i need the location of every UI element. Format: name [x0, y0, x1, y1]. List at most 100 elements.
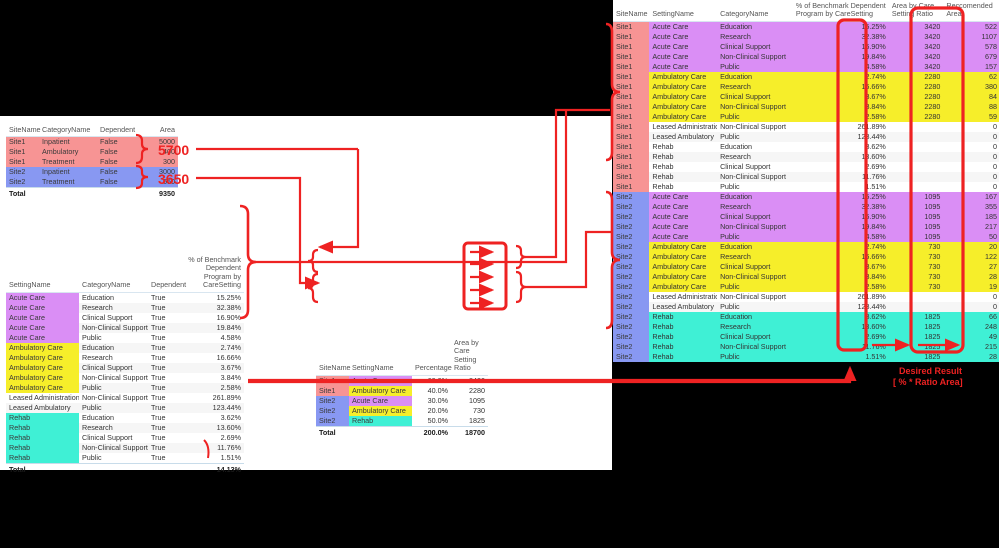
cell-categoryname: Non-Clinical Support	[79, 322, 148, 333]
cell-settingname: Acute Care	[649, 221, 718, 232]
cell-recommended-area: 50	[943, 231, 999, 242]
cell-dependent: True	[148, 402, 180, 413]
cell-area-ratio: 2280	[888, 81, 944, 92]
cell-categoryname: Non-Clinical Support	[717, 291, 793, 302]
cell-site: Site2	[6, 177, 39, 188]
col-recommended-area: Reccomended Area	[943, 1, 999, 22]
table-row: Site1 Rehab Non-Clinical Support 11.76% 0	[613, 171, 999, 182]
cell-categoryname: Clinical Support	[82, 312, 133, 322]
total-label: Total	[6, 187, 39, 201]
cell-settingname: Acute Care	[6, 322, 79, 333]
cell-sitename: Site2	[613, 291, 650, 302]
cell-dependent: True	[148, 342, 180, 353]
cell-recommended-area: 59	[943, 111, 999, 122]
cell-settingname: Leased Administration	[9, 392, 79, 402]
cell-pct: 261.89%	[212, 392, 241, 402]
table-row: Site1 Ambulatory False 400	[6, 147, 178, 158]
table-row: Ambulatory Care Non-Clinical Support True 3…	[6, 372, 244, 383]
cell-sitename: Site2	[613, 251, 650, 262]
cell-categoryname: Public	[82, 452, 102, 462]
cell-pct: 16.66%	[216, 352, 241, 362]
cell-settingname: Acute Care	[6, 332, 79, 343]
cell-sitename: Site2	[613, 341, 650, 352]
cell-sitename: Site1	[613, 161, 650, 172]
total-pct-value: 14.13%	[180, 462, 244, 476]
cell-pct-benchmark: 2.74%	[792, 241, 889, 252]
table-row: Site2 Rehab Clinical Support 2.69% 1825 49	[613, 331, 999, 342]
cell-settingname: Ambulatory Care	[649, 281, 718, 292]
cell-recommended-area: 578	[943, 41, 999, 52]
cell-categoryname: Public	[717, 111, 793, 122]
site-setting-percentage-table-body: Site1 Acute Care 60.0% 3420 Site1 Ambulatory …	[316, 375, 488, 427]
cell-sitename: Site2	[613, 331, 650, 342]
col-sitename: SiteName	[316, 339, 351, 376]
cell-dependent: True	[151, 372, 166, 382]
cell-sitename: Site2	[613, 231, 650, 242]
cell-settingname: Ambulatory Care	[649, 71, 718, 82]
cell-settingname: Leased Administration	[649, 291, 718, 302]
total-percentage-value: 200.0%	[412, 425, 451, 439]
cell-categoryname: Public	[79, 402, 148, 413]
cell-site: Site1	[6, 136, 39, 148]
table-row: Ambulatory Care Clinical Support True 3.67%	[6, 362, 244, 373]
cell-settingname: Leased Ambulatory	[649, 131, 718, 142]
cell-area-ratio	[888, 181, 944, 192]
cell-categoryname: Clinical Support	[717, 41, 793, 52]
cell-dependent: True	[148, 302, 180, 313]
cell-sitename: Site2	[613, 311, 650, 322]
cell-sitename: Site1	[613, 31, 650, 42]
cell-category: Treatment	[39, 177, 97, 188]
col-dependent: Dependent	[148, 256, 186, 293]
cell-pct-benchmark: 4.58%	[792, 231, 889, 242]
cell-sitename: Site2	[613, 301, 650, 312]
table-row: Site2 Ambulatory Care Clinical Support 3.67…	[613, 261, 999, 272]
cell-area-ratio	[888, 121, 944, 132]
cell-categoryname: Non-Clinical Support	[717, 271, 793, 282]
cell-recommended-area: 0	[943, 151, 999, 162]
cell-sitename: Site2	[613, 201, 650, 212]
cell-sitename: Site1	[613, 71, 650, 82]
cell-dependent: False	[97, 136, 140, 148]
cell-recommended-area: 0	[943, 291, 999, 302]
cell-pct-benchmark: 2.58%	[792, 111, 889, 122]
cell-area-ratio	[888, 131, 944, 142]
cell-pct-benchmark: 123.44%	[792, 131, 889, 142]
cell-settingname: Rehab	[649, 351, 718, 362]
cell-pct: 2.58%	[180, 382, 244, 393]
cell-area-ratio	[888, 161, 944, 172]
cell-settingname: Acute Care	[349, 375, 412, 386]
cell-settingname: Leased Administration	[649, 121, 718, 132]
site-area-table: SiteName CategoryName Dependent Area Sit…	[6, 125, 178, 201]
cell-categoryname: Education	[82, 412, 114, 422]
cell-recommended-area: 88	[943, 101, 999, 112]
table-row: Site2 Acute Care Education 15.25% 1095 167	[613, 191, 999, 202]
annotation-desired-result-title: Desired Result	[899, 366, 963, 376]
cell-categoryname: Research	[717, 251, 793, 262]
cell-ratio: 3420	[469, 375, 485, 385]
table-row: Site2 Acute Care Clinical Support 16.90% 109…	[613, 211, 999, 222]
cell-percentage: 50.0%	[427, 415, 448, 425]
table-row: Site1 Ambulatory Care Education 2.74% 2280 62	[613, 71, 999, 82]
cell-pct-benchmark: 2.69%	[792, 331, 889, 342]
cell-pct-benchmark: 1.51%	[792, 181, 889, 192]
cell-settingname: Rehab	[649, 321, 718, 332]
table-row: Site1 Rehab Education 3.62% 0	[613, 141, 999, 152]
table-row: Site2 Leased Ambulatory Public 123.44% 0	[613, 301, 999, 312]
table-row: Rehab Non-Clinical Support True 11.76%	[6, 442, 244, 453]
table-header-row: SiteName CategoryName Dependent Area	[6, 125, 178, 138]
cell-settingname: Acute Care	[649, 51, 718, 62]
cell-categoryname: Education	[717, 141, 793, 152]
cell-recommended-area: 380	[943, 81, 999, 92]
table-row: Site2 Leased Administration Non-Clinical S…	[613, 291, 999, 302]
table-row: Site1 Rehab Research 13.60% 0	[613, 151, 999, 162]
cell-settingname: Rehab	[649, 331, 718, 342]
col-categoryname: CategoryName	[39, 125, 97, 138]
cell-category: Inpatient	[39, 167, 97, 178]
cell-categoryname: Non-Clinical Support	[79, 442, 148, 453]
cell-recommended-area: 167	[943, 191, 999, 202]
cell-recommended-area: 0	[943, 131, 999, 142]
cell-dependent: True	[151, 392, 166, 402]
total-label: Total	[316, 425, 349, 439]
cell-area-ratio: 2280	[888, 111, 944, 122]
cell-settingname: Ambulatory Care	[649, 241, 718, 252]
